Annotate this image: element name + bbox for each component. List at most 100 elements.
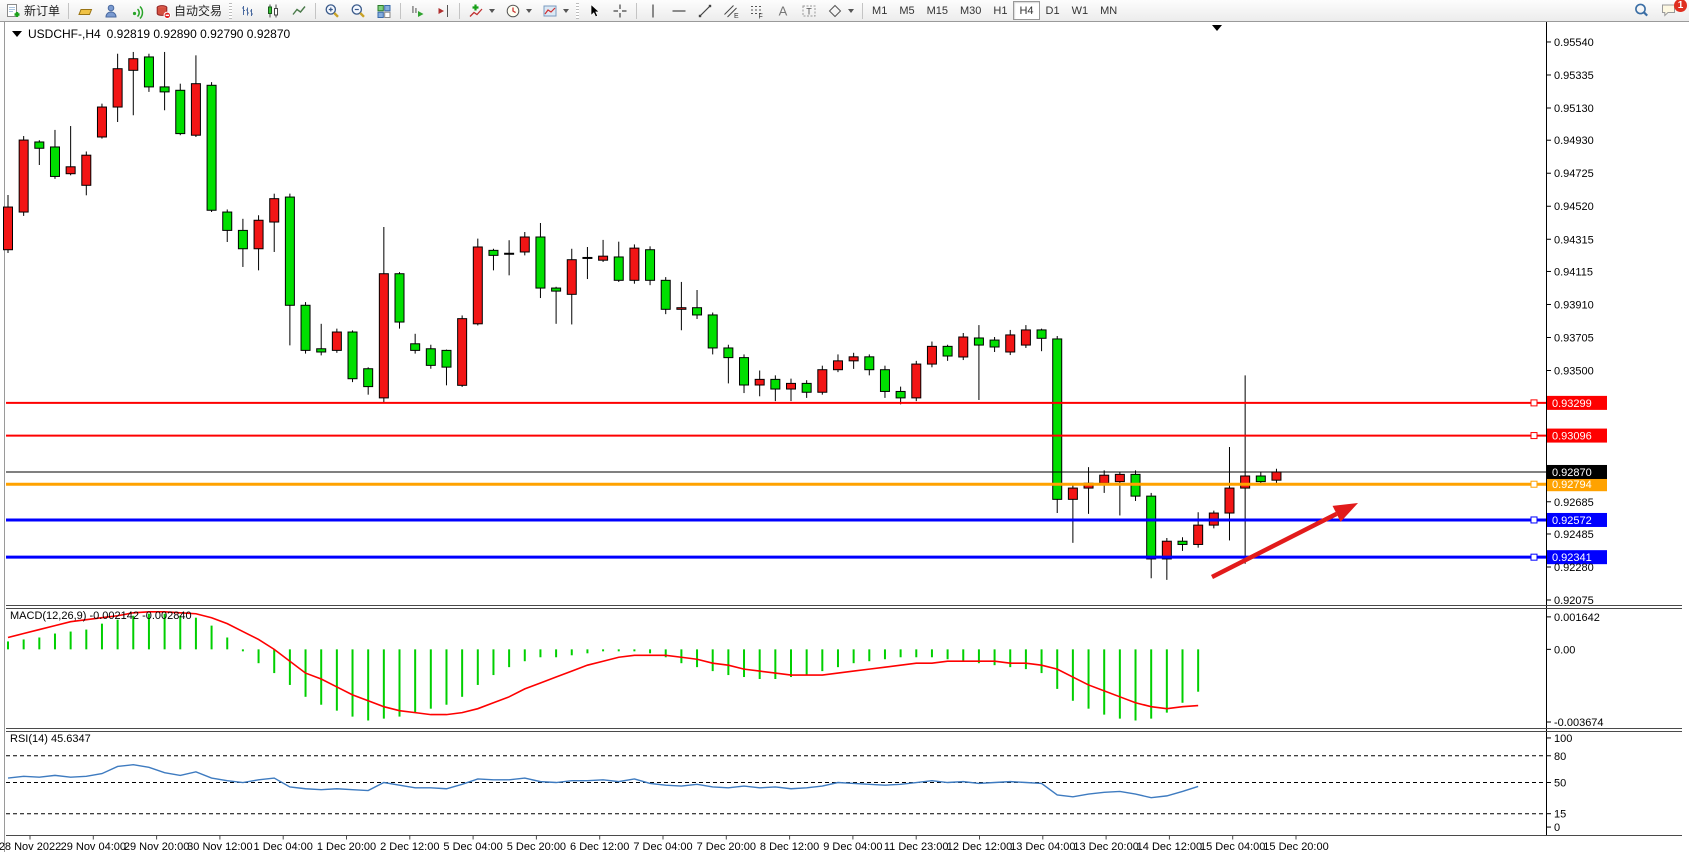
candlestick-mode-button[interactable] bbox=[260, 1, 286, 20]
bull-candle bbox=[1006, 335, 1015, 352]
text-tool-button[interactable]: A bbox=[770, 1, 796, 20]
zoom-out-button[interactable] bbox=[345, 1, 371, 20]
crosshair-tool-button[interactable] bbox=[607, 1, 633, 20]
date-label: 8 Dec 12:00 bbox=[760, 841, 819, 853]
bar-chart-mode-button[interactable] bbox=[234, 1, 260, 20]
fibonacci-icon: F bbox=[749, 3, 765, 19]
bull-candle bbox=[959, 337, 968, 357]
label-tool-icon: T bbox=[801, 3, 817, 19]
dropdown-caret-icon bbox=[848, 9, 854, 13]
periods-button[interactable] bbox=[500, 1, 537, 20]
new-order-icon bbox=[5, 3, 21, 19]
sonar-icon bbox=[129, 3, 145, 19]
bear-candle bbox=[943, 346, 952, 356]
bull-candle bbox=[755, 379, 764, 385]
new-order-button[interactable]: 新订单 bbox=[0, 1, 65, 20]
date-label: 29 Nov 20:00 bbox=[124, 841, 189, 853]
bull-candle bbox=[677, 308, 686, 310]
timeframe-m30-button[interactable]: M30 bbox=[954, 1, 987, 20]
date-label: 28 Nov 2022 bbox=[0, 841, 61, 853]
timeframe-w1-button[interactable]: W1 bbox=[1066, 1, 1095, 20]
dropdown-caret-icon bbox=[563, 9, 569, 13]
line-handle[interactable] bbox=[1531, 400, 1537, 406]
text-tool-icon: A bbox=[775, 3, 791, 19]
fibonacci-tool-button[interactable]: F bbox=[744, 1, 770, 20]
price-tick-label: 0.93705 bbox=[1554, 332, 1594, 344]
price-tick-label: 0.92685 bbox=[1554, 497, 1594, 509]
price-line-label: 0.92572 bbox=[1552, 515, 1592, 527]
macd-tick-label: 0.001642 bbox=[1554, 612, 1600, 624]
line-handle[interactable] bbox=[1531, 554, 1537, 560]
timeframe-mn-button[interactable]: MN bbox=[1094, 1, 1123, 20]
bear-candle bbox=[50, 147, 59, 176]
rsi-tick-label: 0 bbox=[1554, 822, 1560, 834]
timeframe-h4-button[interactable]: H4 bbox=[1013, 1, 1039, 20]
bull-candle bbox=[1194, 525, 1203, 544]
accounts-button[interactable] bbox=[98, 1, 124, 20]
chart-shift-button[interactable] bbox=[430, 1, 456, 20]
bull-candle bbox=[912, 364, 921, 398]
crosshair-icon bbox=[612, 3, 628, 19]
svg-text:E: E bbox=[734, 13, 739, 19]
cursor-tool-button[interactable] bbox=[581, 1, 607, 20]
timeframe-h1-button[interactable]: H1 bbox=[987, 1, 1013, 20]
zoom-in-button[interactable] bbox=[319, 1, 345, 20]
toolbar-grip[interactable] bbox=[229, 3, 232, 19]
trendline-tool-button[interactable] bbox=[692, 1, 718, 20]
bull-candle bbox=[787, 383, 796, 389]
toolbar-separator bbox=[315, 3, 316, 19]
bull-candle bbox=[818, 370, 827, 393]
tile-windows-button[interactable] bbox=[371, 1, 397, 20]
collapse-caret-icon[interactable] bbox=[12, 31, 22, 37]
bull-candle bbox=[379, 274, 388, 398]
timeframe-d1-button[interactable]: D1 bbox=[1040, 1, 1066, 20]
date-label: 2 Dec 12:00 bbox=[380, 841, 439, 853]
auto-scroll-button[interactable] bbox=[404, 1, 430, 20]
date-label: 6 Dec 12:00 bbox=[570, 841, 629, 853]
bear-candle bbox=[865, 357, 874, 370]
line-handle[interactable] bbox=[1531, 433, 1537, 439]
template-icon bbox=[542, 3, 558, 19]
date-label: 12 Dec 12:00 bbox=[947, 841, 1012, 853]
line-handle[interactable] bbox=[1531, 517, 1537, 523]
macd-tick-label: -0.003674 bbox=[1554, 717, 1604, 729]
price-tick-label: 0.94315 bbox=[1554, 234, 1594, 246]
bear-candle bbox=[661, 280, 670, 309]
bull-candle bbox=[270, 199, 279, 222]
indicators-button[interactable] bbox=[463, 1, 500, 20]
label-tool-button[interactable]: T bbox=[796, 1, 822, 20]
date-label: 1 Dec 04:00 bbox=[254, 841, 313, 853]
bull-candle bbox=[1021, 330, 1030, 345]
templates-button[interactable] bbox=[537, 1, 574, 20]
timeframe-m15-button[interactable]: M15 bbox=[921, 1, 954, 20]
toolbar-separator bbox=[636, 3, 637, 19]
channel-tool-button[interactable]: E bbox=[718, 1, 744, 20]
tile-windows-icon bbox=[376, 3, 392, 19]
date-label: 7 Dec 20:00 bbox=[697, 841, 756, 853]
date-label: 5 Dec 20:00 bbox=[507, 841, 566, 853]
bear-candle bbox=[489, 250, 498, 255]
market-watch-button[interactable] bbox=[72, 1, 98, 20]
date-label: 7 Dec 04:00 bbox=[633, 841, 692, 853]
chart-canvas[interactable]: 0.932990.930960.927940.925720.923410.928… bbox=[0, 21, 1689, 859]
horizontal-line-tool-button[interactable] bbox=[666, 1, 692, 20]
toolbar-grip[interactable] bbox=[576, 3, 579, 19]
auto-trading-button[interactable]: 自动交易 bbox=[150, 1, 227, 20]
shapes-tool-button[interactable] bbox=[822, 1, 859, 20]
date-label: 11 Dec 23:00 bbox=[884, 841, 949, 853]
macd-tick-label: 0.00 bbox=[1554, 644, 1575, 656]
bear-candle bbox=[426, 349, 435, 366]
line-chart-mode-button[interactable] bbox=[286, 1, 312, 20]
timeframe-m1-button[interactable]: M1 bbox=[866, 1, 893, 20]
notifications-button[interactable]: 1 bbox=[1655, 1, 1683, 20]
vertical-line-tool-button[interactable] bbox=[640, 1, 666, 20]
price-tick-label: 0.95130 bbox=[1554, 103, 1594, 115]
bull-candle bbox=[1115, 474, 1124, 481]
search-icon bbox=[1633, 2, 1650, 19]
bear-candle bbox=[1147, 496, 1156, 559]
line-handle[interactable] bbox=[1531, 481, 1537, 487]
signals-button[interactable] bbox=[124, 1, 150, 20]
bear-candle bbox=[1037, 330, 1046, 338]
search-button[interactable] bbox=[1628, 1, 1655, 20]
timeframe-m5-button[interactable]: M5 bbox=[893, 1, 920, 20]
